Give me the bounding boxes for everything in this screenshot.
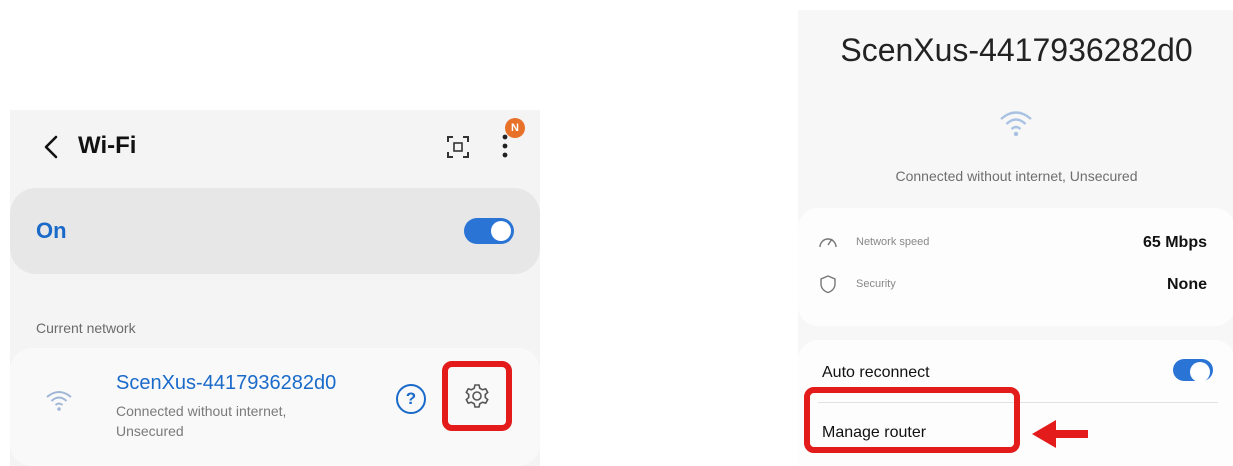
back-arrow-icon[interactable] — [36, 132, 66, 162]
current-network-label: Current network — [36, 320, 136, 336]
help-icon[interactable]: ? — [396, 384, 426, 414]
speedometer-icon — [819, 238, 837, 248]
gear-icon — [465, 384, 489, 408]
wifi-icon — [1000, 111, 1032, 137]
network-name[interactable]: ScenXus-4417936282d0 — [116, 372, 336, 395]
network-info-card: Network speed 65 Mbps Security None — [798, 208, 1233, 326]
notification-badge: N — [505, 118, 525, 138]
wifi-icon — [46, 391, 72, 411]
network-speed-value: 65 Mbps — [1142, 234, 1207, 251]
security-label: Security — [856, 278, 896, 290]
qr-scan-icon[interactable] — [445, 134, 471, 160]
wifi-toggle-row[interactable]: On — [10, 188, 540, 274]
network-settings-button[interactable] — [442, 361, 512, 431]
network-speed-label: Network speed — [856, 236, 930, 248]
arrow-left-icon — [1032, 420, 1088, 448]
security-value: None — [1167, 276, 1207, 293]
wifi-settings-panel: Wi-Fi N On Current network ScenXus-44179… — [10, 110, 540, 466]
page-title: Wi-Fi — [78, 132, 137, 159]
wifi-header: Wi-Fi N — [10, 110, 540, 185]
auto-reconnect-toggle[interactable] — [1173, 359, 1213, 382]
network-title: ScenXus-4417936282d0 — [840, 32, 1193, 68]
shield-icon — [820, 275, 836, 294]
current-network-card[interactable]: ScenXus-4417936282d0 Connected without i… — [10, 348, 540, 466]
wifi-toggle[interactable] — [464, 218, 514, 244]
connection-status: Connected without internet, Unsecured — [895, 168, 1138, 184]
auto-reconnect-label: Auto reconnect — [822, 364, 930, 381]
wifi-on-label: On — [36, 218, 67, 243]
network-status: Connected without internet, Unsecured — [116, 403, 287, 439]
manage-router-button[interactable] — [804, 387, 1020, 453]
